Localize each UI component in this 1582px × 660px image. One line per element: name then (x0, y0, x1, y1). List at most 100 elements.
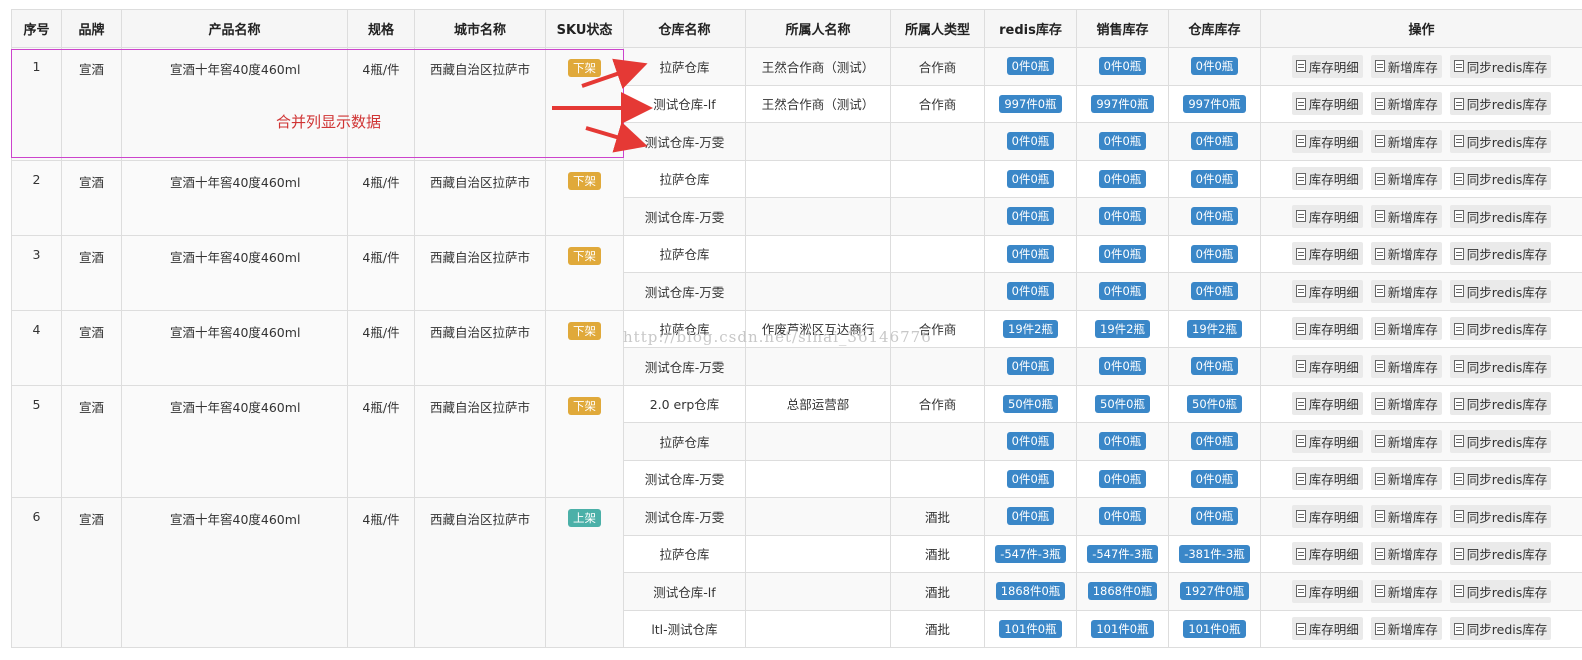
redis-stock-cell: 0件0瓶 (984, 497, 1077, 536)
sync-redis-stock-button[interactable]: 同步redis库存 (1449, 167, 1552, 191)
button-label: 库存明细 (1308, 359, 1359, 375)
warehouse-stock-cell: 0件0瓶 (1168, 422, 1261, 461)
stock-detail-button[interactable]: 库存明细 (1291, 204, 1363, 228)
owner-name-cell (745, 497, 891, 536)
stock-detail-button[interactable]: 库存明细 (1291, 242, 1363, 266)
add-stock-button[interactable]: 新增库存 (1370, 92, 1442, 116)
sync-redis-stock-button[interactable]: 同步redis库存 (1449, 242, 1552, 266)
spec-cell: 4瓶/件 (347, 159, 415, 236)
sync-redis-stock-button[interactable]: 同步redis库存 (1449, 354, 1552, 378)
status-badge: 下架 (568, 321, 601, 340)
warehouse-name-cell: 拉萨仓库 (623, 534, 746, 573)
sync-redis-stock-button[interactable]: 同步redis库存 (1449, 317, 1552, 341)
sale-stock-badge: 0件0瓶 (1098, 207, 1147, 226)
button-label: 新增库存 (1387, 209, 1438, 225)
stock-detail-button[interactable]: 库存明细 (1291, 167, 1363, 191)
document-icon (1453, 585, 1464, 598)
add-stock-button[interactable]: 新增库存 (1370, 54, 1442, 78)
stock-detail-button[interactable]: 库存明细 (1291, 617, 1363, 641)
owner-type-cell (890, 122, 985, 161)
stock-detail-button[interactable]: 库存明细 (1291, 279, 1363, 303)
sync-redis-stock-button[interactable]: 同步redis库存 (1449, 617, 1552, 641)
stock-detail-button[interactable]: 库存明细 (1291, 392, 1363, 416)
redis-stock-badge: -547件-3瓶 (995, 544, 1066, 563)
stock-detail-button[interactable]: 库存明细 (1291, 54, 1363, 78)
button-label: 新增库存 (1387, 397, 1438, 413)
sale-stock-cell: 0件0瓶 (1076, 422, 1169, 461)
warehouse-stock-cell: 0件0瓶 (1168, 122, 1261, 161)
add-stock-button[interactable]: 新增库存 (1370, 129, 1442, 153)
add-stock-button[interactable]: 新增库存 (1370, 354, 1442, 378)
add-stock-button[interactable]: 新增库存 (1370, 242, 1442, 266)
actions-cell: 库存明细 新增库存 同步redis库存 (1260, 272, 1582, 311)
row-number: 5 (11, 384, 62, 498)
redis-stock-cell: 0件0瓶 (984, 347, 1077, 386)
stock-detail-button[interactable]: 库存明细 (1291, 429, 1363, 453)
button-label: 同步redis库存 (1466, 622, 1548, 638)
sync-redis-stock-button[interactable]: 同步redis库存 (1449, 579, 1552, 603)
warehouse-stock-cell: 0件0瓶 (1168, 497, 1261, 536)
owner-type-cell: 合作商 (890, 47, 985, 86)
stock-detail-button[interactable]: 库存明细 (1291, 504, 1363, 528)
sync-redis-stock-button[interactable]: 同步redis库存 (1449, 392, 1552, 416)
column-header: 仓库库存 (1168, 9, 1261, 48)
button-label: 新增库存 (1387, 584, 1438, 600)
button-label: 同步redis库存 (1466, 59, 1548, 75)
stock-detail-button[interactable]: 库存明细 (1291, 92, 1363, 116)
status-badge: 下架 (568, 246, 601, 265)
table-row: 5 宣酒 宣酒十年窖40度460ml 4瓶/件 西藏自治区拉萨市 下架 2.0 erp仓库总… (11, 384, 1582, 498)
button-label: 同步redis库存 (1466, 547, 1548, 563)
sync-redis-stock-button[interactable]: 同步redis库存 (1449, 504, 1552, 528)
redis-stock-cell: 997件0瓶 (984, 84, 1077, 123)
warehouse-stock-badge: 19件2瓶 (1187, 319, 1242, 338)
add-stock-button[interactable]: 新增库存 (1370, 504, 1442, 528)
document-icon (1374, 397, 1385, 410)
sync-redis-stock-button[interactable]: 同步redis库存 (1449, 467, 1552, 491)
stock-detail-button[interactable]: 库存明细 (1291, 354, 1363, 378)
stock-detail-button[interactable]: 库存明细 (1291, 542, 1363, 566)
button-label: 同步redis库存 (1466, 134, 1548, 150)
warehouse-stock-badge: 50件0瓶 (1187, 394, 1242, 413)
row-number: 4 (11, 309, 62, 386)
add-stock-button[interactable]: 新增库存 (1370, 392, 1442, 416)
sync-redis-stock-button[interactable]: 同步redis库存 (1449, 204, 1552, 228)
column-header: 城市名称 (414, 9, 546, 48)
add-stock-button[interactable]: 新增库存 (1370, 467, 1442, 491)
add-stock-button[interactable]: 新增库存 (1370, 204, 1442, 228)
sync-redis-stock-button[interactable]: 同步redis库存 (1449, 54, 1552, 78)
stock-detail-button[interactable]: 库存明细 (1291, 317, 1363, 341)
redis-stock-cell: 0件0瓶 (984, 272, 1077, 311)
table-row: 2 宣酒 宣酒十年窖40度460ml 4瓶/件 西藏自治区拉萨市 下架 拉萨仓库 0件0瓶 0件… (11, 159, 1582, 236)
status-badge: 上架 (568, 509, 601, 527)
owner-type-cell (890, 347, 985, 386)
stock-detail-button[interactable]: 库存明细 (1291, 579, 1363, 603)
sync-redis-stock-button[interactable]: 同步redis库存 (1449, 429, 1552, 453)
add-stock-button[interactable]: 新增库存 (1370, 542, 1442, 566)
button-label: 同步redis库存 (1466, 359, 1548, 375)
add-stock-button[interactable]: 新增库存 (1370, 617, 1442, 641)
sync-redis-stock-button[interactable]: 同步redis库存 (1449, 542, 1552, 566)
column-header: SKU状态 (545, 9, 624, 48)
actions-cell: 库存明细 新增库存 同步redis库存 (1260, 572, 1582, 611)
stock-detail-button[interactable]: 库存明细 (1291, 129, 1363, 153)
add-stock-button[interactable]: 新增库存 (1370, 429, 1442, 453)
spec-cell: 4瓶/件 (347, 309, 415, 386)
sync-redis-stock-button[interactable]: 同步redis库存 (1449, 129, 1552, 153)
sale-stock-badge: 101件0瓶 (1091, 619, 1154, 638)
add-stock-button[interactable]: 新增库存 (1370, 317, 1442, 341)
stock-detail-button[interactable]: 库存明细 (1291, 467, 1363, 491)
warehouse-stock-badge: 0件0瓶 (1190, 432, 1239, 451)
owner-type-cell: 酒批 (890, 609, 985, 648)
sale-stock-badge: 0件0瓶 (1098, 132, 1147, 151)
document-icon (1374, 435, 1385, 448)
add-stock-button[interactable]: 新增库存 (1370, 579, 1442, 603)
status-badge: 下架 (568, 59, 601, 77)
sync-redis-stock-button[interactable]: 同步redis库存 (1449, 279, 1552, 303)
add-stock-button[interactable]: 新增库存 (1370, 167, 1442, 191)
product-name-cell: 宣酒十年窖40度460ml (121, 309, 348, 386)
add-stock-button[interactable]: 新增库存 (1370, 279, 1442, 303)
sync-redis-stock-button[interactable]: 同步redis库存 (1449, 92, 1552, 116)
actions-cell: 库存明细 新增库存 同步redis库存 (1260, 159, 1582, 198)
owner-name-cell (745, 122, 891, 161)
brand-cell: 宣酒 (61, 159, 122, 236)
